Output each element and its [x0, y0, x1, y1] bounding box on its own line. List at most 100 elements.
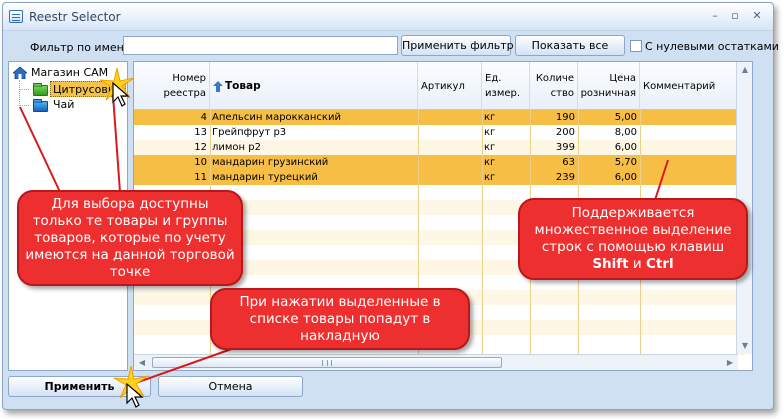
column-header-reg-num-line1: Номер: [172, 73, 206, 84]
table-row[interactable]: 12лимон р2кг3996,000: [134, 140, 752, 155]
cell-comment: [640, 125, 742, 140]
cancel-button[interactable]: Отмена: [158, 376, 303, 397]
cell-product: Апельсин марокканский: [212, 112, 341, 123]
tree-item-root[interactable]: Магазин САМ: [31, 65, 108, 81]
column-header-qty-line1: Количе: [535, 73, 574, 84]
cell-reg-num: 11: [194, 172, 207, 183]
title-bar[interactable]: Reestr Selector – ▫ ✕: [3, 3, 773, 31]
cell-unit: кг: [484, 157, 496, 168]
apply-hint-callout: При нажатии выделенные в списке товары п…: [210, 288, 470, 350]
cell-qty: 190: [555, 112, 575, 123]
column-header-qty-line2: ство: [550, 88, 574, 99]
table-row[interactable]: 13Грейпфрут р3кг2008,000: [134, 125, 752, 140]
cell-price: 6,00: [614, 172, 637, 183]
column-header-product[interactable]: Товар: [210, 62, 418, 110]
close-button[interactable]: ✕: [749, 9, 765, 23]
sort-ascending-icon: [213, 80, 223, 92]
cell-article: [418, 125, 482, 140]
tree-connector: [19, 89, 29, 90]
cell-unit: кг: [484, 142, 496, 153]
cell-reg-num: 10: [194, 157, 207, 168]
cell-reg-num: 4: [200, 112, 207, 123]
shift-key-label: Shift: [592, 256, 629, 272]
column-header-reg-num-line2: реестра: [163, 88, 206, 99]
cell-price: 5,00: [614, 112, 637, 123]
grip-icon: [322, 360, 332, 366]
multiselect-hint-callout: Поддерживается множественное выделение с…: [518, 198, 748, 280]
cell-reg-num: 12: [194, 142, 207, 153]
folder-icon: [33, 99, 48, 112]
tree-connector: [19, 80, 20, 106]
column-header-unit[interactable]: Ед. измер.: [482, 62, 530, 110]
zero-stock-checkbox[interactable]: [630, 40, 642, 52]
column-separator: [482, 110, 483, 355]
cell-product: мандарин турецкий: [212, 172, 318, 183]
column-header-unit-line1: Ед.: [485, 73, 502, 84]
cell-price: 8,00: [614, 127, 637, 138]
column-header-price-line1: Цена: [609, 73, 636, 84]
column-header-article-label: Артикул: [421, 80, 465, 92]
app-icon: [9, 10, 23, 23]
tree-hint-callout: Для выбора доступны только те товары и г…: [17, 190, 243, 286]
table-row[interactable]: 10мандарин грузинскийкг635,700: [134, 155, 752, 170]
horizontal-scroll-thumb[interactable]: [152, 357, 502, 368]
column-header-price[interactable]: Цена розничная: [578, 62, 640, 110]
filter-label: Фильтр по имени: [30, 41, 131, 54]
mouse-cursor-icon: [112, 82, 130, 107]
cell-comment: [640, 170, 742, 185]
cell-product: мандарин грузинский: [212, 157, 329, 168]
scroll-down-arrow-icon[interactable]: ▼: [737, 338, 752, 354]
scroll-up-arrow-icon[interactable]: ▲: [737, 62, 752, 78]
tree-connector: [19, 105, 29, 106]
window-title: Reestr Selector: [29, 10, 121, 24]
cell-product: Грейпфрут р3: [212, 127, 287, 138]
column-header-price-line2: розничная: [580, 88, 636, 99]
horizontal-scrollbar[interactable]: ◀ ▶: [134, 354, 738, 370]
folder-open-icon: [33, 83, 48, 96]
apply-filter-button[interactable]: Применить фильтр: [401, 35, 514, 56]
cell-qty: 200: [555, 127, 575, 138]
cell-qty: 239: [555, 172, 575, 183]
multiselect-and-text: и: [632, 256, 642, 272]
table-row[interactable]: 4Апельсин марокканскийкг1905,000: [134, 110, 752, 125]
home-icon: [13, 67, 27, 79]
column-header-product-label: Товар: [225, 79, 261, 92]
cell-unit: кг: [484, 127, 496, 138]
multiselect-hint-text: Поддерживается множественное выделение с…: [534, 205, 732, 255]
apply-hint-text: При нажатии выделенные в списке товары п…: [239, 293, 441, 344]
show-all-button[interactable]: Показать все: [515, 35, 625, 56]
ctrl-key-label: Ctrl: [646, 256, 674, 272]
table-row[interactable]: 11мандарин турецкийкг2396,000: [134, 170, 752, 185]
cell-article: [418, 110, 482, 125]
cell-product: лимон р2: [212, 142, 261, 153]
column-header-comment[interactable]: Комментарий: [640, 62, 742, 110]
cell-unit: кг: [484, 112, 496, 123]
column-header-article[interactable]: Артикул: [418, 62, 482, 110]
column-header-reg-num[interactable]: Номер реестра: [134, 62, 210, 110]
cell-qty: 399: [555, 142, 575, 153]
cell-price: 6,00: [614, 142, 637, 153]
mouse-cursor-icon: [126, 383, 144, 408]
minimize-button[interactable]: –: [707, 9, 723, 23]
column-header-qty[interactable]: Количе ство: [530, 62, 578, 110]
cell-reg-num: 13: [194, 127, 207, 138]
cell-qty: 63: [562, 157, 575, 168]
cell-article: [418, 170, 482, 185]
cell-article: [418, 140, 482, 155]
cell-comment: [640, 110, 742, 125]
zero-stock-label: С нулевыми остатками: [645, 40, 779, 53]
grid-header: Номер реестра Товар Артикул Ед. измер. Кол…: [134, 62, 752, 110]
tree-item-tea[interactable]: Чай: [53, 97, 74, 113]
cell-unit: кг: [484, 172, 496, 183]
cell-article: [418, 155, 482, 170]
column-header-comment-label: Комментарий: [643, 80, 716, 92]
cell-comment: [640, 155, 742, 170]
filter-input[interactable]: [123, 36, 398, 55]
tree-hint-text: Для выбора доступны только те товары и г…: [25, 195, 235, 280]
cell-comment: [640, 140, 742, 155]
filter-bar: Фильтр по имени Применить фильтр Показат…: [3, 31, 779, 61]
cell-price: 5,70: [614, 157, 637, 168]
column-header-unit-line2: измер.: [485, 88, 521, 99]
maximize-button[interactable]: ▫: [727, 9, 743, 23]
scroll-right-arrow-icon[interactable]: ▶: [722, 355, 738, 370]
